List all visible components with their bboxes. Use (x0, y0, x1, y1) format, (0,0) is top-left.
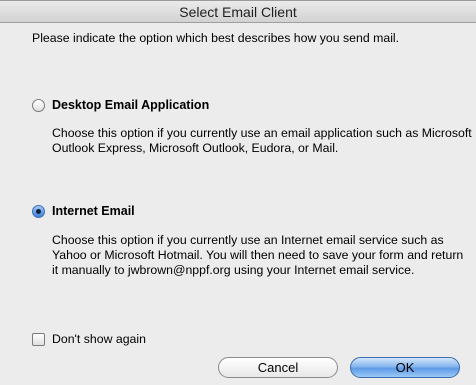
radio-desktop-email[interactable]: Desktop Email Application (32, 97, 209, 113)
radio-button-desktop[interactable] (32, 98, 45, 112)
dont-show-again-label[interactable]: Don't show again (52, 332, 146, 346)
internet-email-description: Choose this option if you currently use … (52, 233, 464, 277)
window-title: Select Email Client (179, 4, 297, 20)
intro-text: Please indicate the option which best de… (32, 31, 400, 45)
ok-button[interactable]: OK (350, 357, 460, 378)
radio-internet-email[interactable]: Internet Email (32, 203, 135, 219)
radio-button-internet[interactable] (32, 204, 45, 218)
radio-label-internet[interactable]: Internet Email (52, 204, 135, 218)
dialog-window: Select Email Client Please indicate the … (0, 0, 476, 385)
title-bar[interactable]: Select Email Client (0, 1, 476, 23)
dont-show-again-checkbox[interactable] (32, 332, 45, 346)
cancel-button[interactable]: Cancel (218, 357, 338, 378)
dont-show-again-checkbox-row[interactable]: Don't show again (32, 331, 146, 347)
desktop-email-description: Choose this option if you currently use … (52, 126, 472, 155)
radio-label-desktop[interactable]: Desktop Email Application (52, 98, 209, 112)
